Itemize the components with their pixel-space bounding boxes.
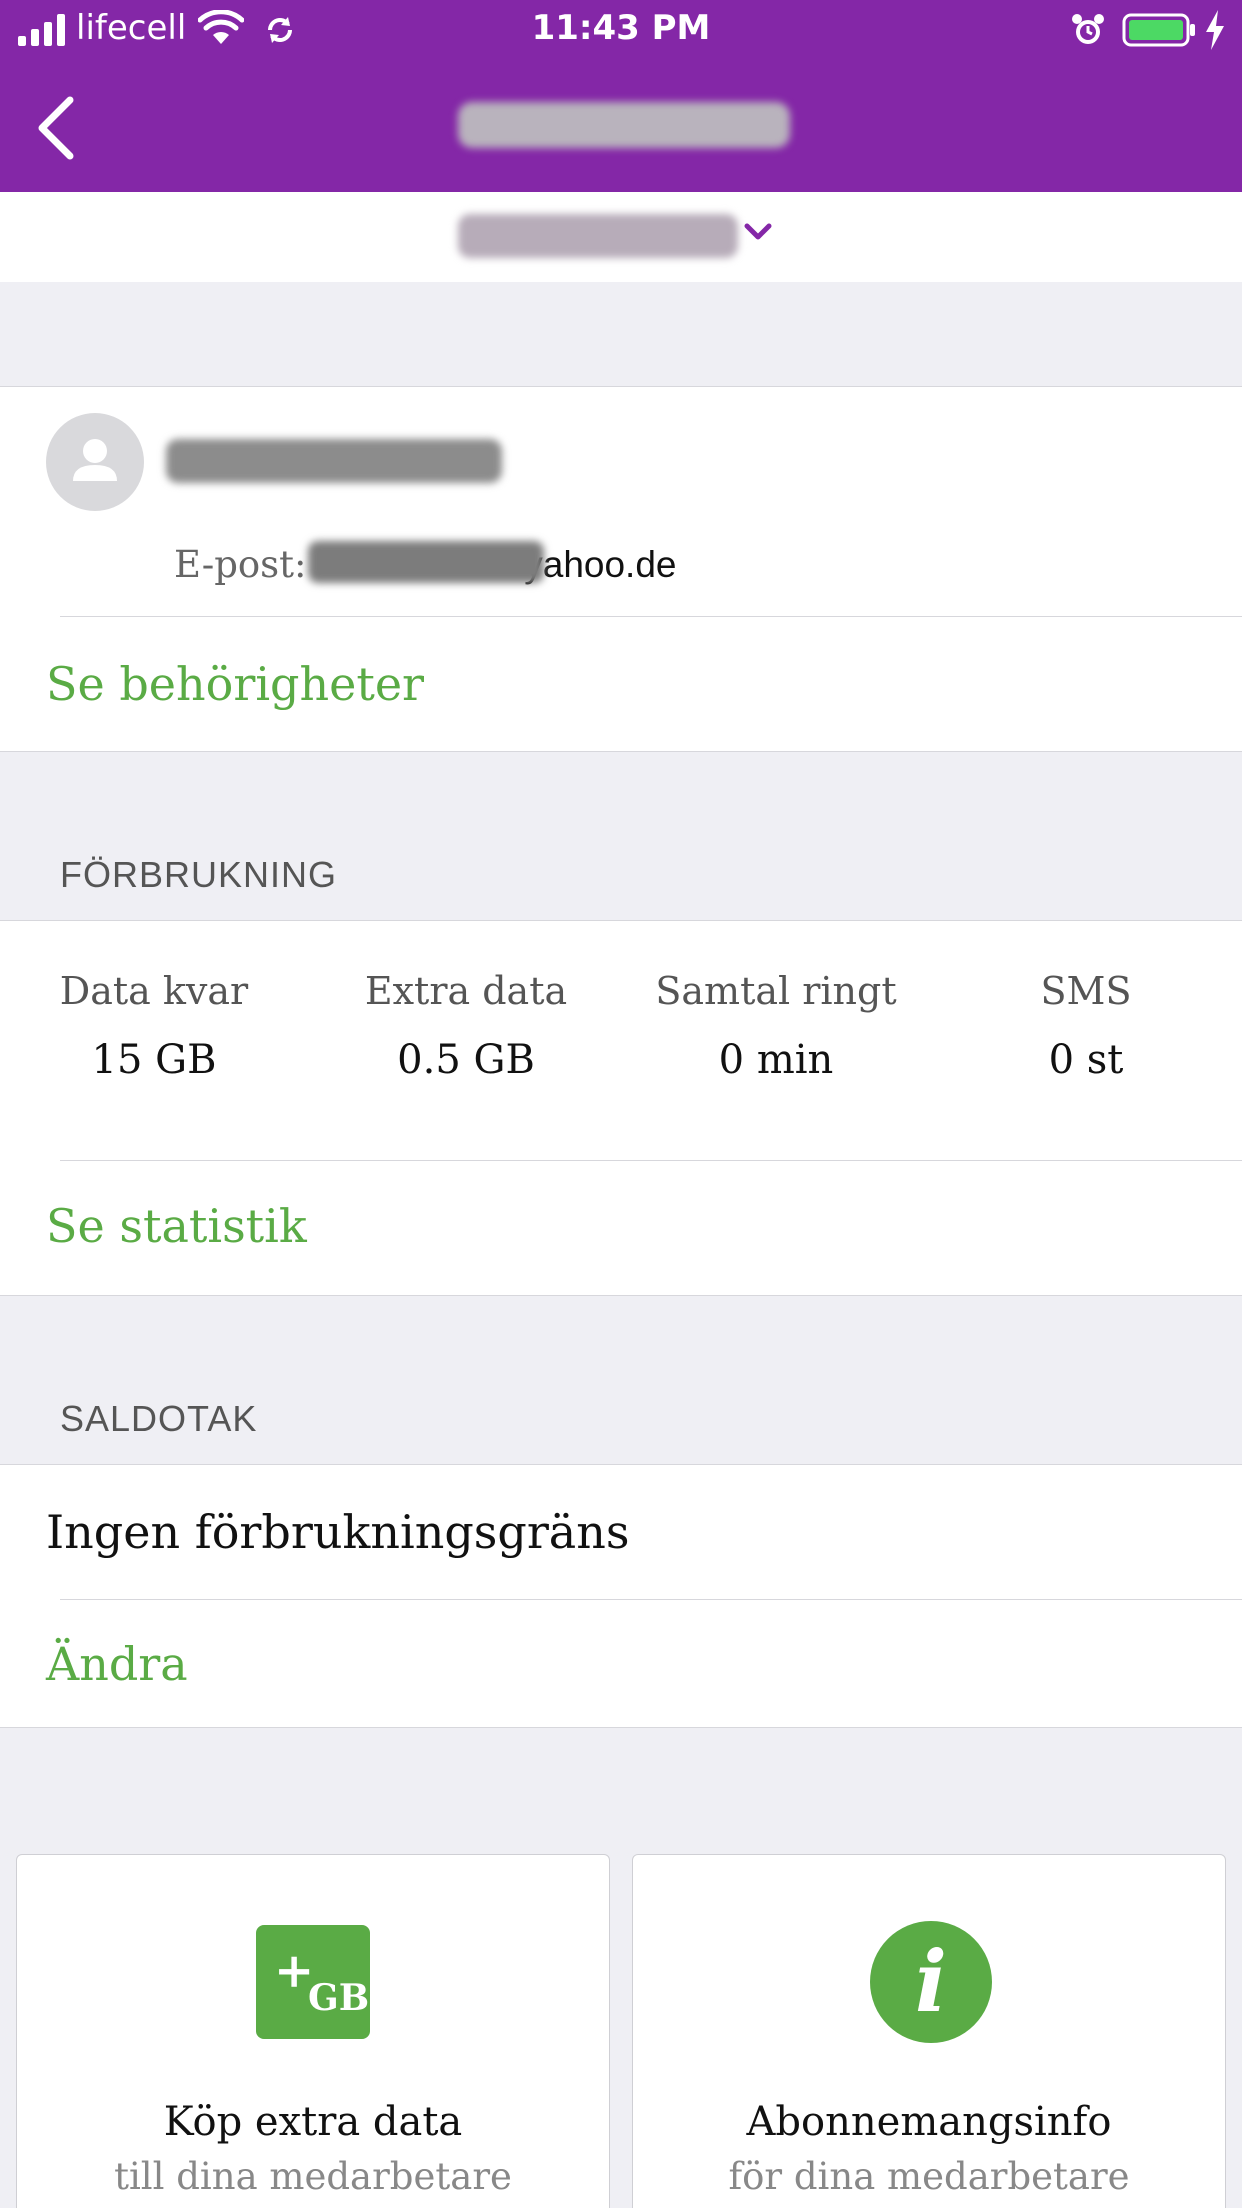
redacted-email-user — [308, 541, 544, 583]
see-statistics-link[interactable]: Se statistik — [46, 1199, 307, 1253]
limit-card: Ingen förbrukningsgräns Ändra — [0, 1464, 1242, 1728]
tile-title: Abonnemangsinfo — [746, 2099, 1112, 2145]
stat-extra-data: Extra data 0.5 GB — [326, 969, 606, 1083]
top-bar: lifecell 11:43 PM — [0, 0, 1242, 192]
stat-label: Extra data — [364, 969, 568, 1013]
status-time: 11:43 PM — [531, 8, 711, 48]
stat-calls: Samtal ringt 0 min — [636, 969, 916, 1083]
tile-subtitle: för dina medarbetare — [728, 2155, 1130, 2198]
stat-value: 15 GB — [91, 1037, 217, 1083]
gb-glyph: GB — [308, 1977, 370, 2019]
stat-value: 0.5 GB — [397, 1037, 535, 1083]
subscription-info-tile[interactable]: i Abonnemangsinfo för dina medarbetare — [632, 1854, 1226, 2208]
back-button[interactable] — [36, 96, 76, 160]
stat-label: Samtal ringt — [655, 969, 897, 1013]
redacted-phone-number — [458, 214, 738, 258]
redacted-user-name — [166, 439, 502, 483]
divider — [60, 1599, 1242, 1600]
chevron-down-icon[interactable] — [744, 222, 772, 242]
status-bar: lifecell 11:43 PM — [0, 0, 1242, 62]
stat-value: 0 min — [718, 1037, 834, 1083]
buy-extra-data-tile[interactable]: + GB Köp extra data till dina medarbetar… — [16, 1854, 610, 2208]
tile-subtitle: till dina medarbetare — [114, 2155, 512, 2198]
alarm-icon — [1072, 14, 1104, 44]
change-limit-link[interactable]: Ändra — [46, 1637, 188, 1691]
limit-value: Ingen förbrukningsgräns — [46, 1505, 630, 1559]
phone-number-selector[interactable] — [0, 192, 1242, 282]
plus-gb-icon: + GB — [256, 1925, 370, 2039]
info-icon: i — [870, 1921, 992, 2043]
email-value: yahoo.de — [524, 544, 677, 585]
stat-label: SMS — [1040, 969, 1132, 1013]
stat-label: Data kvar — [59, 969, 249, 1013]
battery-icon — [1122, 13, 1195, 47]
charging-icon — [1206, 10, 1224, 50]
limit-section-title: SALDOTAK — [60, 1398, 258, 1439]
redacted-page-title — [458, 102, 790, 148]
user-icon — [73, 439, 117, 481]
divider — [60, 1160, 1242, 1161]
divider — [60, 616, 1242, 617]
see-permissions-link[interactable]: Se behörigheter — [46, 657, 424, 711]
tile-title: Köp extra data — [163, 2099, 463, 2145]
stat-data-left: Data kvar 15 GB — [14, 969, 294, 1083]
email-label: E-post: — [174, 543, 307, 586]
usage-card: Data kvar 15 GB Extra data 0.5 GB Samtal… — [0, 920, 1242, 1296]
stat-sms: SMS 0 st — [946, 969, 1226, 1083]
avatar — [46, 413, 144, 511]
profile-card: E-post: yahoo.de Se behörigheter — [0, 386, 1242, 752]
stat-value: 0 st — [1048, 1037, 1124, 1083]
usage-section-title: FÖRBRUKNING — [60, 854, 338, 895]
